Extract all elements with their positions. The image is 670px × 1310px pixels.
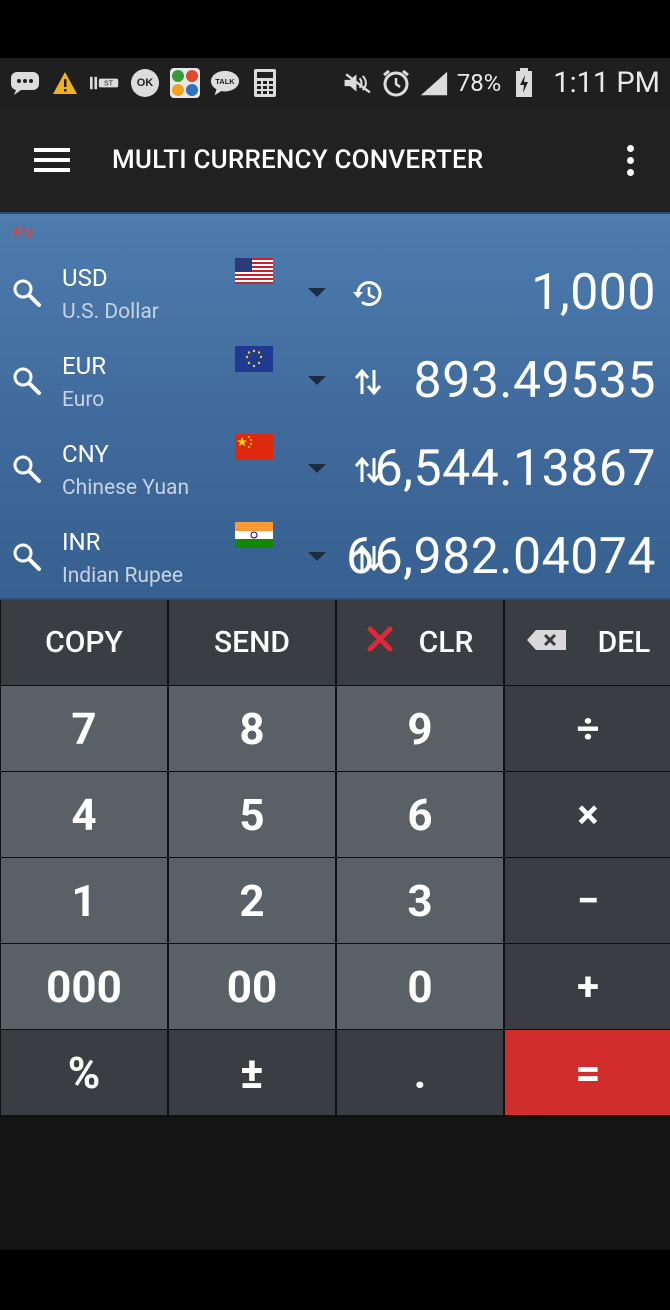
dropdown-arrow-icon[interactable] (308, 552, 326, 561)
converted-amount[interactable]: 66,982.04074 (346, 528, 656, 586)
key-3[interactable]: 3 (337, 858, 503, 943)
cn-flag-icon[interactable] (235, 434, 273, 460)
backspace-icon (526, 625, 568, 660)
system-icons: 78% 1:11 PM (343, 66, 660, 100)
key-00[interactable]: 00 (169, 944, 335, 1029)
search-icon[interactable] (12, 278, 42, 308)
currency-code[interactable]: CNY (62, 440, 109, 468)
dropdown-arrow-icon[interactable] (308, 464, 326, 473)
key-7[interactable]: 7 (1, 686, 167, 771)
currency-code[interactable]: INR (62, 528, 100, 556)
plus-minus-button[interactable]: ± (169, 1030, 335, 1115)
us-flag-icon[interactable] (235, 258, 273, 284)
currency-row-eur: EUR Euro 893.49535 (0, 338, 670, 426)
eu-flag-icon[interactable] (235, 346, 273, 372)
nav-bar-area (0, 1250, 670, 1310)
currency-code[interactable]: USD (62, 264, 108, 292)
status-bar: ST OK TALK 78% 1:11 PM (0, 58, 670, 108)
key-8[interactable]: 8 (169, 686, 335, 771)
dropdown-arrow-icon[interactable] (308, 376, 326, 385)
currency-app-icon (170, 68, 200, 98)
search-icon[interactable] (12, 454, 42, 484)
equals-button[interactable]: = (505, 1030, 670, 1115)
battery-charging-icon (509, 68, 539, 98)
key-0[interactable]: 0 (337, 944, 503, 1029)
currency-row-cny: CNY Chinese Yuan 6,544.13867 (0, 426, 670, 514)
more-vertical-icon (626, 144, 634, 176)
close-icon (367, 625, 393, 660)
currency-name[interactable]: U.S. Dollar (62, 300, 159, 324)
key-6[interactable]: 6 (337, 772, 503, 857)
currency-name[interactable]: Chinese Yuan (62, 476, 189, 500)
key-2[interactable]: 2 (169, 858, 335, 943)
calculator-icon (250, 68, 280, 98)
dropdown-arrow-icon[interactable] (308, 288, 326, 297)
key-9[interactable]: 9 (337, 686, 503, 771)
currency-name[interactable]: Indian Rupee (62, 564, 183, 588)
minus-button[interactable]: − (505, 858, 670, 943)
currency-code[interactable]: EUR (62, 352, 106, 380)
11st-icon: ST (90, 68, 120, 98)
divide-button[interactable]: ÷ (505, 686, 670, 771)
svg-text:TALK: TALK (215, 77, 235, 86)
search-icon[interactable] (12, 542, 42, 572)
key-5[interactable]: 5 (169, 772, 335, 857)
overflow-menu-button[interactable] (590, 108, 670, 212)
top-black-bar (0, 0, 670, 58)
converted-amount[interactable]: 6,544.13867 (375, 440, 656, 498)
key-000[interactable]: 000 (1, 944, 167, 1029)
plus-button[interactable]: + (505, 944, 670, 1029)
delete-label: DEL (597, 625, 651, 660)
menu-button[interactable] (0, 108, 104, 212)
key-4[interactable]: 4 (1, 772, 167, 857)
bottom-area (0, 1117, 670, 1250)
currency-row-usd: USD U.S. Dollar 1,000 (0, 250, 670, 338)
signal-icon (419, 68, 449, 98)
okcashbag-icon: OK (130, 68, 160, 98)
app-title: MULTI CURRENCY CONVERTER (112, 145, 484, 175)
notification-icons: ST OK TALK (10, 68, 280, 98)
send-button[interactable]: SEND (169, 600, 335, 685)
svg-text:OK: OK (137, 77, 154, 89)
hamburger-icon (34, 148, 70, 172)
multiply-button[interactable]: × (505, 772, 670, 857)
warning-icon (50, 68, 80, 98)
key-1[interactable]: 1 (1, 858, 167, 943)
converted-amount[interactable]: 893.49535 (414, 352, 657, 410)
clear-button[interactable]: CLR (337, 600, 503, 685)
talk-icon: TALK (210, 68, 240, 98)
currency-row-inr: INR Indian Rupee 66,982.04074 (0, 514, 670, 602)
currency-name[interactable]: Euro (62, 388, 104, 412)
alarm-icon (381, 68, 411, 98)
amount-input[interactable]: 1,000 (531, 264, 656, 322)
delete-button[interactable]: DEL (505, 600, 670, 685)
history-icon[interactable] (352, 278, 384, 310)
in-flag-icon[interactable] (235, 522, 273, 548)
svg-text:ST: ST (104, 81, 114, 88)
app-bar: MULTI CURRENCY CONVERTER (0, 108, 670, 212)
chat-bubble-icon (10, 68, 40, 98)
battery-percent: 78% (456, 69, 502, 97)
language-label[interactable]: EN (13, 224, 32, 242)
swap-icon[interactable] (352, 366, 384, 398)
currency-panel: EN USD U.S. Dollar 1,000 EUR Euro 893.49… (0, 212, 670, 600)
search-icon[interactable] (12, 366, 42, 396)
send-label: SEND (214, 625, 290, 660)
clear-label: CLR (418, 625, 474, 660)
percent-button[interactable]: % (1, 1030, 167, 1115)
mute-icon (343, 68, 373, 98)
keypad: COPY SEND CLR DEL 7 8 9 ÷ 4 5 6 × 1 2 3 … (0, 600, 670, 1117)
copy-button[interactable]: COPY (1, 600, 167, 685)
copy-label: COPY (45, 625, 123, 660)
clock: 1:11 PM (553, 66, 660, 100)
decimal-button[interactable]: . (337, 1030, 503, 1115)
